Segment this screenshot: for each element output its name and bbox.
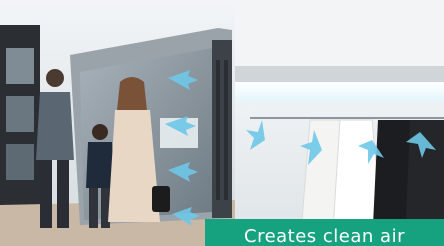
handbag [152,186,170,212]
closet-light-strip [235,82,444,102]
caption-banner: Creates clean air [205,219,444,246]
person-leg [57,160,69,228]
building-window [6,96,34,132]
child-vest [86,142,114,188]
photo-scene [0,0,444,246]
caption-text: Creates clean air [244,226,405,246]
booth-side-panel [212,40,232,218]
vent-strip [216,60,220,200]
building-window [6,48,34,84]
vent-strip [224,60,228,200]
closet-rail-housing [235,66,444,82]
person-jacket [36,92,74,160]
photo-canvas: Creates clean air [0,0,444,246]
closet-ceiling [235,0,444,66]
child-head [92,124,108,140]
closet-scene [235,0,444,246]
child-leg [89,188,98,228]
person-head [46,69,64,87]
person-leg [40,160,52,228]
building-window [6,144,34,180]
